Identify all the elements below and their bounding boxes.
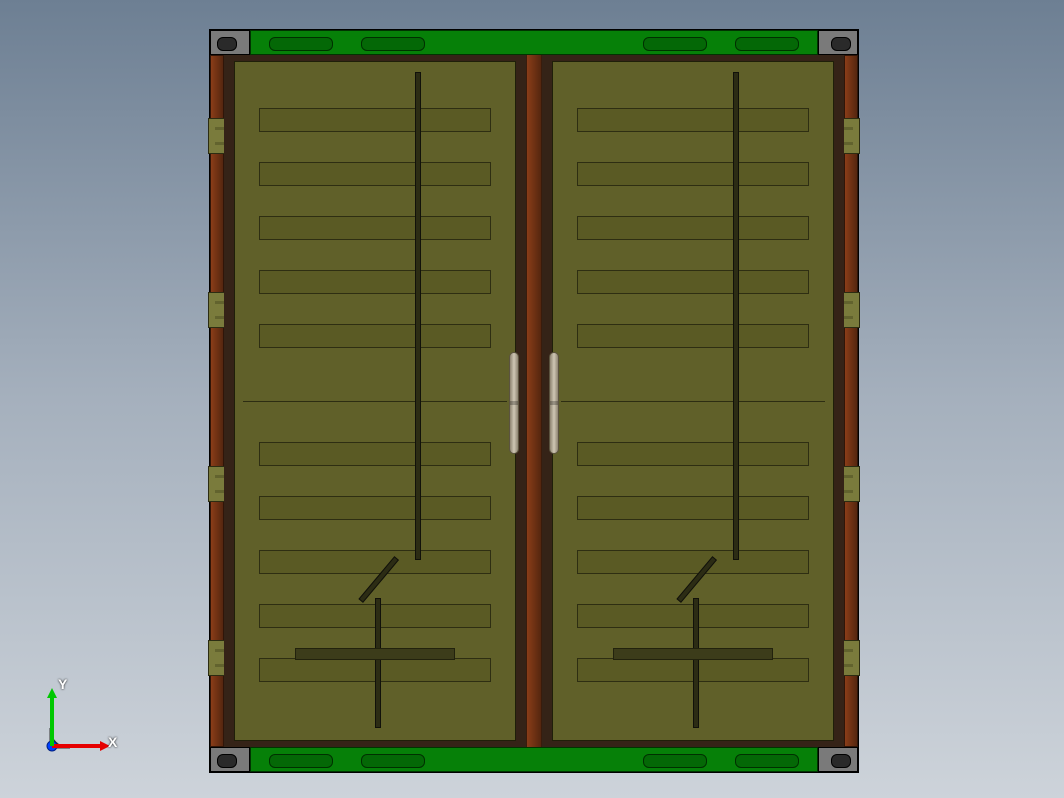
triad-y-label: Y: [58, 676, 67, 692]
cad-3d-viewport[interactable]: X Y: [0, 0, 1064, 798]
door-right-latch-slot: [613, 648, 773, 660]
door-left-rib: [259, 496, 491, 520]
door-right-handle[interactable]: [549, 352, 559, 454]
corner-casting-bottom-right: [818, 747, 858, 772]
door-right-rib: [577, 108, 809, 132]
door-left-lockbar-foot: [375, 598, 381, 728]
door-left-rib: [259, 550, 491, 574]
door-right-lockbar: [733, 72, 739, 560]
door-right-rib: [577, 324, 809, 348]
door-left-handle[interactable]: [509, 352, 519, 454]
door-left-rib: [259, 270, 491, 294]
door-right-rib: [577, 162, 809, 186]
door-left-rib: [259, 162, 491, 186]
door-right-rib: [577, 550, 809, 574]
door-left-latch-slot: [295, 648, 455, 660]
center-mullion: [526, 55, 542, 747]
corner-casting-top-left: [210, 30, 250, 55]
view-orientation-triad[interactable]: X Y: [30, 678, 120, 768]
door-left: [234, 61, 516, 741]
triad-x-label: X: [108, 734, 117, 750]
shipping-container-front-view: [209, 29, 859, 773]
container-doors: [224, 55, 844, 747]
door-left-lockbar: [415, 72, 421, 560]
corner-casting-bottom-left: [210, 747, 250, 772]
door-right: [552, 61, 834, 741]
door-left-rib: [259, 216, 491, 240]
door-left-rib: [259, 442, 491, 466]
door-right-lockbar-foot: [693, 598, 699, 728]
door-right-rib: [577, 270, 809, 294]
door-right-rib: [577, 216, 809, 240]
door-right-rib: [577, 496, 809, 520]
door-left-rib: [259, 108, 491, 132]
corner-casting-top-right: [818, 30, 858, 55]
door-right-rib: [577, 442, 809, 466]
frame-bottom-rail: [250, 747, 818, 772]
frame-top-rail: [250, 30, 818, 55]
door-left-rib: [259, 324, 491, 348]
